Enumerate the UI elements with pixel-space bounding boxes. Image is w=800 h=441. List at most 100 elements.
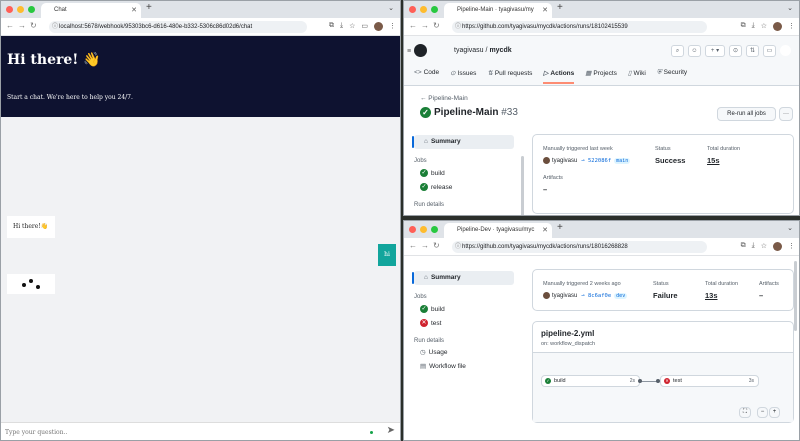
extension-icon[interactable]: ⧉ <box>329 22 334 31</box>
new-tab-icon[interactable]: + <box>146 2 152 13</box>
sidebar-item-usage[interactable]: ◷ Usage <box>414 346 514 360</box>
extension-icon[interactable]: ⧉ <box>741 22 746 31</box>
commit-sha[interactable]: ⊸ 8c6af0e <box>581 293 611 299</box>
breadcrumb[interactable]: ← Pipeline-Main <box>420 95 468 102</box>
repo-breadcrumb[interactable]: tyagivasu / mycdk <box>454 47 512 54</box>
rerun-all-jobs-button[interactable]: Re-run all jobs <box>717 107 776 121</box>
site-info-icon[interactable]: ⓘ <box>52 21 58 33</box>
download-icon[interactable]: ⤓ <box>752 22 755 31</box>
extension-icon[interactable]: ⧉ <box>741 242 746 251</box>
nav-issues[interactable]: ⊙ Issues <box>450 69 476 84</box>
tab-title: Pipeline-Main · tyagivasu/my <box>457 7 534 13</box>
actor-name[interactable]: tyagivasu <box>552 293 577 299</box>
close-window-icon[interactable] <box>6 6 13 13</box>
inbox-icon[interactable]: ▭ <box>763 45 776 57</box>
github-logo-icon[interactable] <box>414 44 427 57</box>
maximize-window-icon[interactable] <box>431 226 438 233</box>
pipeline-main-browser-window: Pipeline-Main · tyagivasu/my ✕ + ⌄ ←→↻ ⓘ… <box>403 0 800 216</box>
duration-value[interactable]: 13s <box>705 291 718 300</box>
browser-toolbar: ⧉ ⤓ ☆ ▭ ⋮ <box>329 22 396 31</box>
search-icon[interactable]: ⌕ <box>671 45 684 57</box>
close-window-icon[interactable] <box>409 226 416 233</box>
more-options-button[interactable]: ··· <box>779 107 793 121</box>
branch-badge[interactable]: dev <box>614 293 628 300</box>
url-field[interactable]: ⓘ https://github.com/tyagivasu/mycdk/act… <box>452 241 707 253</box>
nav-buttons-icon[interactable]: ←→↻ <box>409 241 444 250</box>
bookmark-icon[interactable]: ☆ <box>761 242 767 251</box>
menu-icon[interactable]: ≡ <box>407 48 411 55</box>
nav-code[interactable]: <> Code <box>414 69 439 84</box>
maximize-window-icon[interactable] <box>431 6 438 13</box>
new-tab-icon[interactable]: + <box>557 2 563 13</box>
tab-list-icon[interactable]: ⌄ <box>388 4 394 12</box>
zoom-in-button[interactable]: + <box>769 407 780 418</box>
close-tab-icon[interactable]: ✕ <box>542 3 548 18</box>
chat-input[interactable] <box>5 426 365 438</box>
sidebar-item-build[interactable]: ✓ build <box>414 167 514 181</box>
nav-buttons-icon[interactable]: ←→↻ <box>409 21 444 30</box>
page-scrollbar[interactable] <box>794 261 797 331</box>
sidebar-item-release[interactable]: ✓ release <box>414 181 514 195</box>
url-field[interactable]: ⓘ https://github.com/tyagivasu/mycdk/act… <box>452 21 707 33</box>
tab-list-icon[interactable]: ⌄ <box>787 224 793 232</box>
nav-security[interactable]: ⛨ Security <box>657 69 687 84</box>
maximize-window-icon[interactable] <box>28 6 35 13</box>
workflow-file-name[interactable]: pipeline-2.yml <box>541 329 594 338</box>
site-info-icon[interactable]: ⓘ <box>455 21 461 33</box>
site-info-icon[interactable]: ⓘ <box>455 241 461 253</box>
kebab-menu-icon[interactable]: ⋮ <box>389 22 396 31</box>
close-tab-icon[interactable]: ✕ <box>542 223 548 238</box>
branch-badge[interactable]: main <box>614 158 631 165</box>
nav-projects[interactable]: ▦ Projects <box>585 69 617 84</box>
nav-buttons-icon[interactable]: ←→↻ <box>6 21 41 30</box>
repo-owner[interactable]: tyagivasu <box>454 47 484 54</box>
graph-job-test[interactable]: ✕ test 3s <box>660 375 759 387</box>
nav-pull-requests[interactable]: ⇅ Pull requests <box>487 69 532 84</box>
graph-connector-dot <box>638 379 642 383</box>
sidebar-item-test[interactable]: ✕ test <box>414 317 514 331</box>
download-icon[interactable]: ⤓ <box>752 242 755 251</box>
minimize-window-icon[interactable] <box>420 226 427 233</box>
tab-pipeline-dev[interactable]: Pipeline-Dev · tyagivasu/myc ✕ <box>444 223 552 238</box>
repo-name[interactable]: mycdk <box>489 47 511 54</box>
fullscreen-button[interactable]: ⛶ <box>739 407 751 418</box>
avatar[interactable] <box>374 22 383 31</box>
sidebar-item-summary[interactable]: ⌂ Summary <box>412 135 514 149</box>
bookmark-icon[interactable]: ☆ <box>349 22 355 31</box>
issues-icon[interactable]: ⊙ <box>729 45 742 57</box>
minimize-window-icon[interactable] <box>420 6 427 13</box>
commit-sha[interactable]: ⊸ 522086f <box>581 158 611 164</box>
tab-list-icon[interactable]: ⌄ <box>787 4 793 12</box>
avatar[interactable] <box>780 45 791 56</box>
minimize-window-icon[interactable] <box>17 6 24 13</box>
zoom-out-button[interactable]: − <box>757 407 768 418</box>
nav-wiki[interactable]: ▯ Wiki <box>628 69 646 84</box>
new-tab-icon[interactable]: + <box>557 222 563 233</box>
sidepanel-icon[interactable]: ▭ <box>361 22 368 31</box>
sidebar-item-build[interactable]: ✓ build <box>414 303 514 317</box>
graph-job-build[interactable]: ✓ build 2s <box>541 375 640 387</box>
copilot-icon[interactable]: ☺ <box>688 45 701 57</box>
tab-chat[interactable]: Chat ✕ <box>41 3 141 18</box>
pull-request-icon: ⇅ <box>487 70 493 77</box>
sidebar-scrollbar[interactable] <box>521 156 524 215</box>
duration-value[interactable]: 15s <box>707 156 720 165</box>
close-window-icon[interactable] <box>409 6 416 13</box>
nav-actions[interactable]: ▷ Actions <box>543 69 575 84</box>
url-field[interactable]: ⓘ localhost:5678/webhook/95303bc6-d616-4… <box>49 21 307 33</box>
close-tab-icon[interactable]: ✕ <box>131 3 137 18</box>
download-icon[interactable]: ⤓ <box>340 22 343 31</box>
nav-label: Projects <box>593 70 617 77</box>
kebab-menu-icon[interactable]: ⋮ <box>788 242 795 251</box>
pull-requests-icon[interactable]: ⇅ <box>746 45 759 57</box>
avatar[interactable] <box>773 22 782 31</box>
bookmark-icon[interactable]: ☆ <box>761 22 767 31</box>
actor-name[interactable]: tyagivasu <box>552 158 577 164</box>
add-icon[interactable]: + ▾ <box>705 45 725 57</box>
tab-pipeline-main[interactable]: Pipeline-Main · tyagivasu/my ✕ <box>444 3 552 18</box>
sidebar-item-summary[interactable]: ⌂ Summary <box>412 271 514 285</box>
kebab-menu-icon[interactable]: ⋮ <box>788 22 795 31</box>
sidebar-item-workflow-file[interactable]: ▤ Workflow file <box>414 360 514 374</box>
avatar[interactable] <box>773 242 782 251</box>
send-icon[interactable]: ➤ <box>387 425 395 436</box>
